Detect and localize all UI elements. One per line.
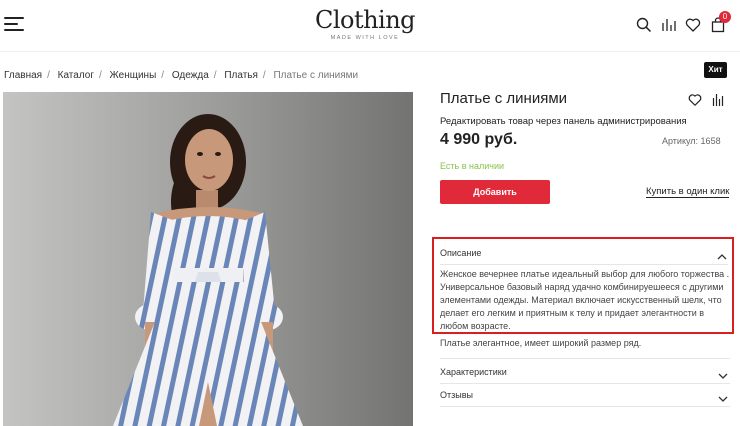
description-divider bbox=[440, 264, 728, 265]
site-header: Clothing MADE WITH LOVE 0 bbox=[0, 0, 740, 52]
admin-edit-note[interactable]: Редактировать товар через панель админис… bbox=[440, 116, 687, 127]
cart-count-badge: 0 bbox=[719, 11, 731, 23]
product-image[interactable] bbox=[3, 92, 413, 426]
stock-status: Есть в наличии bbox=[440, 161, 504, 171]
search-icon[interactable] bbox=[636, 17, 652, 33]
compare-icon[interactable] bbox=[661, 17, 677, 33]
add-to-compare-icon[interactable] bbox=[712, 93, 724, 107]
logo-tagline: MADE WITH LOVE bbox=[330, 35, 400, 41]
breadcrumb-catalog[interactable]: Каталог bbox=[58, 70, 94, 81]
heart-icon[interactable] bbox=[685, 17, 701, 33]
breadcrumb-current: Платье с линиями bbox=[273, 70, 359, 81]
description-text: Женское вечернее платье идеальный выбор … bbox=[440, 269, 730, 331]
divider bbox=[440, 383, 730, 384]
breadcrumb-home[interactable]: Главная bbox=[4, 70, 42, 81]
accordion-characteristics[interactable]: Характеристики bbox=[440, 367, 507, 377]
divider bbox=[440, 358, 730, 359]
chevron-down-icon[interactable] bbox=[718, 367, 728, 379]
chevron-up-icon[interactable] bbox=[717, 248, 727, 260]
favorite-heart-icon[interactable] bbox=[688, 93, 702, 107]
product-price: 4 990 руб. bbox=[440, 131, 518, 148]
breadcrumb-clothes[interactable]: Одежда bbox=[172, 70, 209, 81]
product-sku: Артикул: 1658 bbox=[662, 136, 721, 146]
buy-one-click-link[interactable]: Купить в один клик bbox=[646, 186, 730, 198]
add-to-cart-button[interactable]: Добавить bbox=[440, 180, 550, 204]
cart-icon[interactable]: 0 bbox=[710, 11, 731, 33]
breadcrumb-dresses[interactable]: Платья bbox=[224, 70, 258, 81]
product-title: Платье с линиями bbox=[440, 90, 568, 107]
menu-icon[interactable] bbox=[4, 17, 24, 31]
site-logo[interactable]: Clothing MADE WITH LOVE bbox=[305, 6, 425, 41]
accordion-reviews[interactable]: Отзывы bbox=[440, 390, 473, 400]
divider bbox=[440, 406, 730, 407]
hit-badge: Хит bbox=[704, 62, 727, 78]
breadcrumb-women[interactable]: Женщины bbox=[110, 70, 157, 81]
description-extra-text: Платье элегантное, имеет широкий размер … bbox=[440, 338, 642, 348]
description-heading[interactable]: Описание bbox=[440, 248, 481, 258]
breadcrumb: Главная / Каталог / Женщины / Одежда / Плать… bbox=[4, 70, 359, 81]
chevron-down-icon[interactable] bbox=[718, 390, 728, 402]
logo-name: Clothing bbox=[314, 6, 416, 34]
